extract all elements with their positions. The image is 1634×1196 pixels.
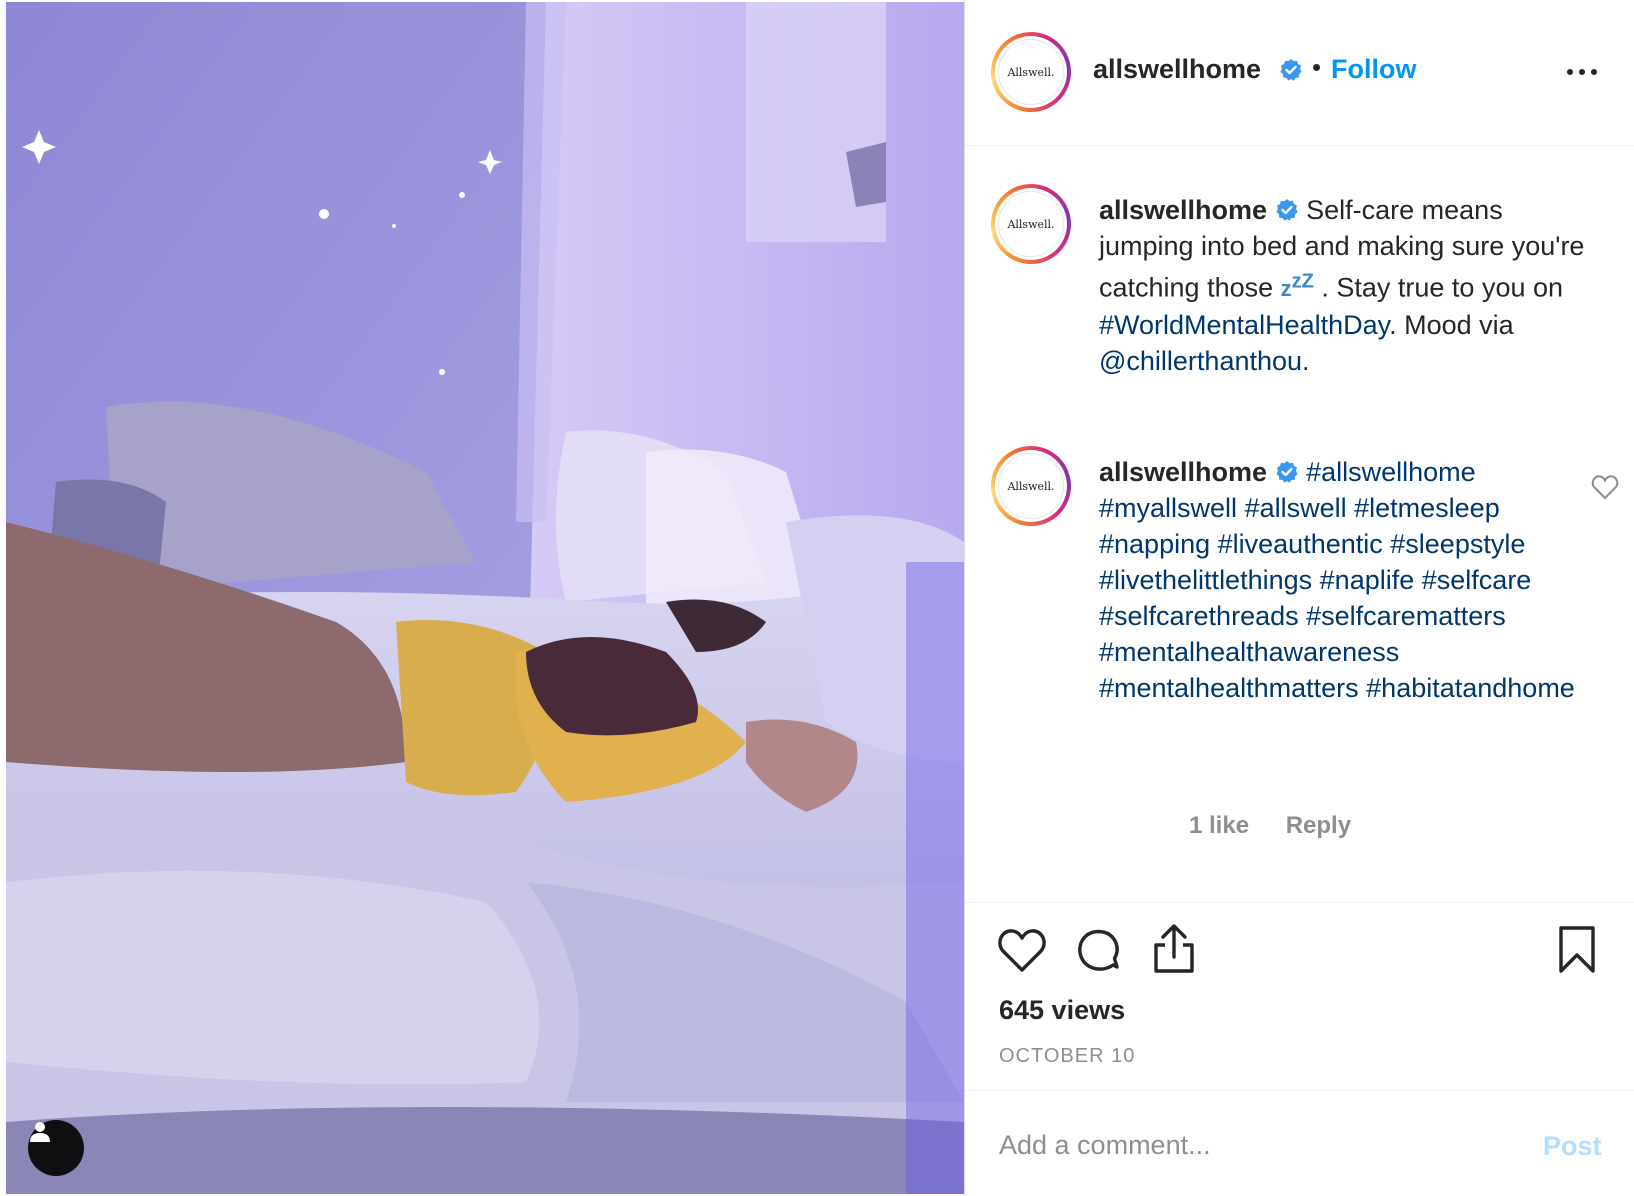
hashtag-link[interactable]: #allswell bbox=[1245, 493, 1347, 523]
comment-input[interactable] bbox=[999, 1121, 1499, 1169]
caption: Allswell. allswellhome Self-care means j… bbox=[965, 184, 1634, 384]
hashtag-link[interactable]: #letmesleep bbox=[1354, 493, 1500, 523]
header-separator: • bbox=[1312, 52, 1322, 82]
hashtag-link[interactable]: #selfcare bbox=[1422, 565, 1532, 595]
caption-text-part: . bbox=[1302, 346, 1310, 377]
hashtag-link[interactable]: #selfcarethreads bbox=[1099, 601, 1299, 631]
hashtag-link[interactable]: #myallswell bbox=[1099, 493, 1237, 523]
hashtag-link[interactable]: #liveauthentic bbox=[1218, 529, 1383, 559]
hashtag-link[interactable]: #livethelittlethings bbox=[1099, 565, 1312, 595]
caption-avatar[interactable]: Allswell. bbox=[991, 184, 1071, 264]
views-count[interactable]: 645 views bbox=[999, 995, 1125, 1026]
caption-username[interactable]: allswellhome bbox=[1099, 195, 1267, 225]
person-icon bbox=[30, 1122, 50, 1142]
post-side-panel: Allswell. allswellhome • Follow Allswell… bbox=[964, 0, 1634, 1196]
verified-badge-icon bbox=[1275, 461, 1298, 483]
avatar-logo: Allswell. bbox=[998, 39, 1064, 105]
share-upload-icon[interactable] bbox=[1151, 923, 1197, 975]
hashtag-link[interactable]: #mentalhealthawareness bbox=[1099, 637, 1399, 667]
comment-item: Allswell. allswellhome #allswellhome #my… bbox=[965, 446, 1634, 866]
caption-mention-link[interactable]: @chillerthanthou bbox=[1099, 346, 1302, 376]
hashtag-link[interactable]: #habitatandhome bbox=[1366, 673, 1575, 703]
hashtag-link[interactable]: #sleepstyle bbox=[1390, 529, 1525, 559]
more-options-icon[interactable] bbox=[1565, 62, 1599, 82]
avatar-logo: Allswell. bbox=[998, 453, 1064, 519]
verified-badge-icon bbox=[1275, 199, 1298, 221]
caption-hashtag-link[interactable]: #WorldMentalHealthDay bbox=[1099, 310, 1389, 340]
post-video[interactable] bbox=[6, 2, 964, 1194]
follow-button[interactable]: Follow bbox=[1331, 54, 1416, 85]
header-username[interactable]: allswellhome bbox=[1093, 54, 1261, 85]
comment-text: allswellhome #allswellhome #myallswell #… bbox=[1099, 454, 1589, 706]
comment-avatar[interactable]: Allswell. bbox=[991, 446, 1071, 526]
instagram-post: Allswell. allswellhome • Follow Allswell… bbox=[0, 0, 1634, 1196]
hashtag-link[interactable]: #naplife bbox=[1320, 565, 1415, 595]
avatar[interactable]: Allswell. bbox=[991, 32, 1071, 112]
user-tags-button[interactable] bbox=[28, 1120, 84, 1176]
post-header: Allswell. allswellhome • Follow bbox=[965, 0, 1634, 146]
comment-username[interactable]: allswellhome bbox=[1099, 457, 1267, 487]
hashtag-link[interactable]: #mentalhealthmatters bbox=[1099, 673, 1359, 703]
post-actions: 645 views OCTOBER 10 bbox=[965, 902, 1634, 1092]
caption-text: allswellhome Self-care means jumping int… bbox=[1099, 192, 1589, 379]
post-date[interactable]: OCTOBER 10 bbox=[999, 1045, 1135, 1068]
video-frame-illustration bbox=[6, 2, 964, 1194]
hashtag-link[interactable]: #selfcarematters bbox=[1306, 601, 1506, 631]
heart-icon[interactable] bbox=[997, 927, 1047, 973]
comment-meta: 1 like Reply bbox=[1189, 812, 1381, 840]
comment-likes-count[interactable]: 1 like bbox=[1189, 812, 1249, 840]
hashtag-link[interactable]: #allswellhome bbox=[1306, 457, 1476, 487]
comments-list: Allswell. allswellhome Self-care means j… bbox=[965, 146, 1634, 902]
verified-badge-icon bbox=[1280, 59, 1302, 81]
zzz-emoji: zzZ bbox=[1280, 271, 1314, 302]
bookmark-icon[interactable] bbox=[1557, 925, 1597, 975]
avatar-logo: Allswell. bbox=[998, 191, 1064, 257]
add-comment-bar: Post bbox=[965, 1090, 1634, 1196]
comment-like-heart-icon[interactable] bbox=[1591, 474, 1619, 500]
comment-reply-button[interactable]: Reply bbox=[1286, 812, 1351, 840]
caption-text-part: . Stay true to you on bbox=[1321, 272, 1564, 303]
comment-bubble-icon[interactable] bbox=[1075, 927, 1123, 975]
hashtag-link[interactable]: #napping bbox=[1099, 529, 1210, 559]
caption-text-part: . Mood via bbox=[1389, 310, 1514, 341]
post-comment-button[interactable]: Post bbox=[1543, 1131, 1602, 1162]
